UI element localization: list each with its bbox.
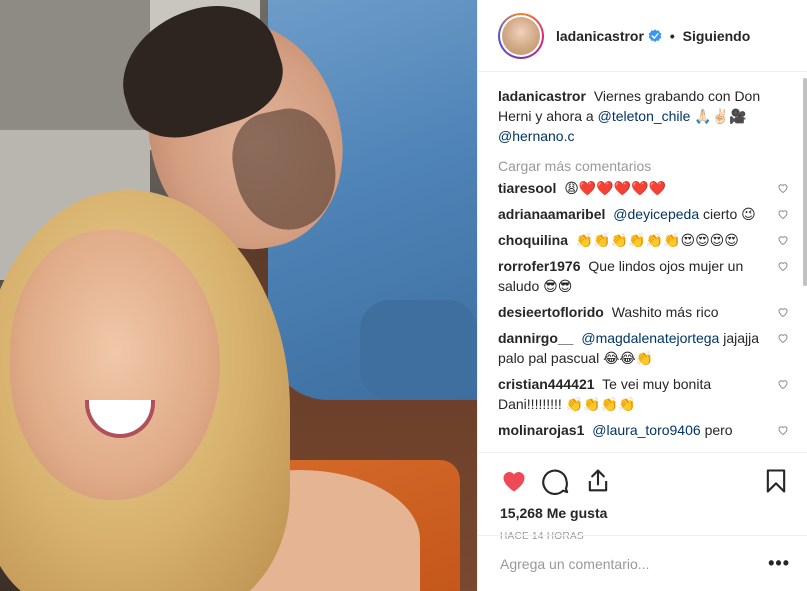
comment-like-heart-icon[interactable] (777, 424, 789, 436)
comments-scrollbar[interactable] (803, 78, 807, 286)
caption-mention-teleton[interactable]: @teleton_chile (598, 108, 691, 124)
photo-man-arm (360, 300, 477, 400)
comment-username[interactable]: choquilina (498, 232, 568, 248)
following-button[interactable]: Siguiendo (683, 28, 751, 44)
comment-like-heart-icon[interactable] (777, 260, 789, 272)
comment-text: 👏👏👏👏👏👏😍😍😍😍 (575, 232, 739, 248)
share-icon[interactable] (584, 467, 612, 495)
comment-mention[interactable]: @deyicepeda (613, 206, 699, 222)
caption-username[interactable]: ladanicastror (498, 88, 586, 104)
comment-input[interactable] (500, 555, 769, 572)
comment-like-heart-icon[interactable] (777, 378, 789, 390)
post-actions: 15,268 Me gusta HACE 14 HORAS (478, 452, 807, 542)
comment-username[interactable]: dannirgo__ (498, 330, 573, 346)
comment-item: cristian444421 Te vei muy bonita Dani!!!… (498, 374, 789, 414)
comment-mention[interactable]: @laura_toro9406 (592, 422, 700, 438)
comment-username[interactable]: desieertoflorido (498, 304, 604, 320)
likes-count[interactable]: 15,268 Me gusta (500, 505, 790, 521)
verified-badge-icon (648, 28, 662, 42)
comment-icon[interactable] (542, 467, 570, 495)
comment-text: cierto 😉 (703, 206, 756, 222)
caption-emojis: 🙏🏻✌🏻🎥 (694, 108, 747, 124)
post-side-panel: ladanicastror • Siguiendo ladanicastror … (477, 0, 807, 591)
comment-like-heart-icon[interactable] (777, 234, 789, 246)
post-caption: ladanicastror Viernes grabando con Don H… (498, 86, 789, 146)
comment-item: choquilina 👏👏👏👏👏👏😍😍😍😍 (498, 230, 789, 250)
header-separator: • (669, 27, 675, 44)
avatar[interactable] (498, 12, 544, 59)
bookmark-icon[interactable] (762, 467, 790, 495)
comment-item: molinarojas1 @laura_toro9406 pero (498, 420, 789, 440)
comment-username[interactable]: adrianaamaribel (498, 206, 605, 222)
add-comment-bar: ••• (478, 535, 807, 591)
comment-mention[interactable]: @magdalenatejortega (581, 330, 719, 346)
more-options-button[interactable]: ••• (768, 553, 790, 574)
comment-like-heart-icon[interactable] (777, 332, 789, 344)
comment-item: tiaresool 😩❤️❤️❤️❤️❤️ (498, 178, 789, 198)
post-header: ladanicastror • Siguiendo (478, 0, 807, 72)
header-username[interactable]: ladanicastror (556, 28, 644, 44)
load-more-comments-button[interactable]: Cargar más comentarios (498, 156, 789, 176)
header-user-line: ladanicastror • Siguiendo (556, 28, 750, 44)
comments-list[interactable]: ladanicastror Viernes grabando con Don H… (478, 72, 807, 452)
comment-like-heart-icon[interactable] (777, 182, 789, 194)
comment-username[interactable]: cristian444421 (498, 376, 595, 392)
action-icons-row (500, 461, 790, 501)
comment-text: 😩❤️❤️❤️❤️❤️ (564, 180, 667, 196)
photo-woman-face (10, 230, 220, 500)
post-photo[interactable] (0, 0, 477, 591)
comment-like-heart-icon[interactable] (777, 306, 789, 318)
comment-item: desieertoflorido Washito más rico (498, 302, 789, 322)
heart-filled-icon[interactable] (500, 467, 528, 495)
avatar-border (500, 14, 542, 57)
comment-text: Washito más rico (611, 304, 719, 320)
comment-item: rorrofer1976 Que lindos ojos mujer un sa… (498, 256, 789, 296)
instagram-post: ladanicastror • Siguiendo ladanicastror … (0, 0, 807, 591)
comment-username[interactable]: tiaresool (498, 180, 556, 196)
caption-mention-hernano[interactable]: @hernano.c (498, 128, 574, 144)
comment-like-heart-icon[interactable] (777, 208, 789, 220)
avatar-image (502, 16, 540, 55)
comment-item: adrianaamaribel @deyicepeda cierto 😉 (498, 204, 789, 224)
comment-username[interactable]: rorrofer1976 (498, 258, 581, 274)
comment-text: pero (704, 422, 733, 438)
comment-username[interactable]: molinarojas1 (498, 422, 584, 438)
comment-item: dannirgo__ @magdalenatejortega jajajja p… (498, 328, 789, 368)
